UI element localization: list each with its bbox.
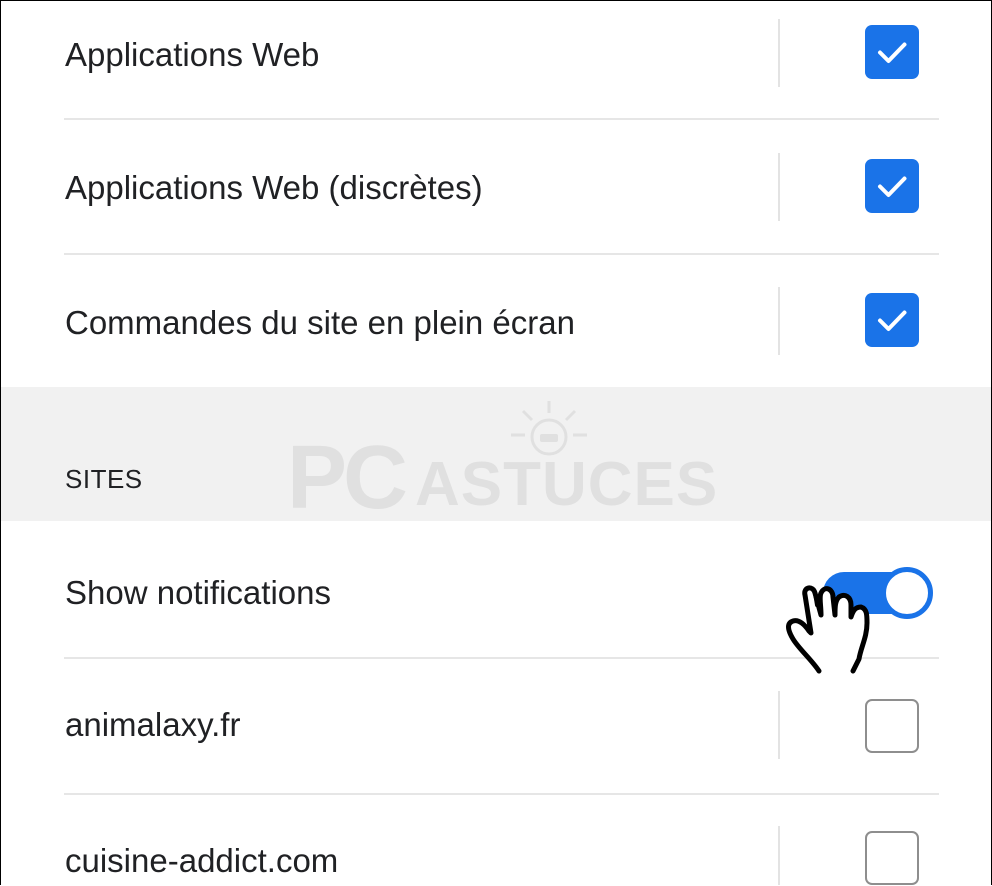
checkbox-cuisine-addict[interactable] [865, 831, 919, 885]
site-row-animalaxy[interactable]: animalaxy.fr [1, 659, 991, 793]
section-header-band [1, 387, 991, 521]
toggle-thumb [881, 567, 933, 619]
settings-panel: Applications Web Applications Web (discr… [0, 0, 992, 885]
row-divider [778, 691, 780, 759]
row-divider [778, 826, 780, 885]
setting-row-applications-web-discretes[interactable]: Applications Web (discrètes) [1, 120, 991, 253]
toggle-label: Show notifications [65, 574, 331, 611]
checkbox-commandes-plein-ecran[interactable] [865, 293, 919, 347]
check-icon [878, 42, 907, 63]
row-divider [778, 287, 780, 355]
site-label: animalaxy.fr [65, 706, 241, 743]
row-divider [778, 153, 780, 221]
setting-label: Applications Web [65, 36, 320, 73]
setting-label: Applications Web (discrètes) [65, 169, 483, 206]
checkbox-animalaxy[interactable] [865, 699, 919, 753]
setting-row-commandes-plein-ecran[interactable]: Commandes du site en plein écran [1, 255, 991, 387]
setting-row-applications-web[interactable]: Applications Web [1, 1, 991, 119]
row-divider [778, 19, 780, 87]
setting-label: Commandes du site en plein écran [65, 304, 575, 341]
checkbox-applications-web[interactable] [865, 25, 919, 79]
check-icon [878, 310, 907, 331]
section-title-sites: SITES [65, 464, 143, 494]
check-icon [878, 176, 907, 197]
show-notifications-toggle[interactable] [819, 567, 933, 619]
site-label: cuisine-addict.com [65, 842, 339, 879]
checkbox-applications-web-discretes[interactable] [865, 159, 919, 213]
site-row-cuisine-addict[interactable]: cuisine-addict.com [1, 795, 991, 885]
